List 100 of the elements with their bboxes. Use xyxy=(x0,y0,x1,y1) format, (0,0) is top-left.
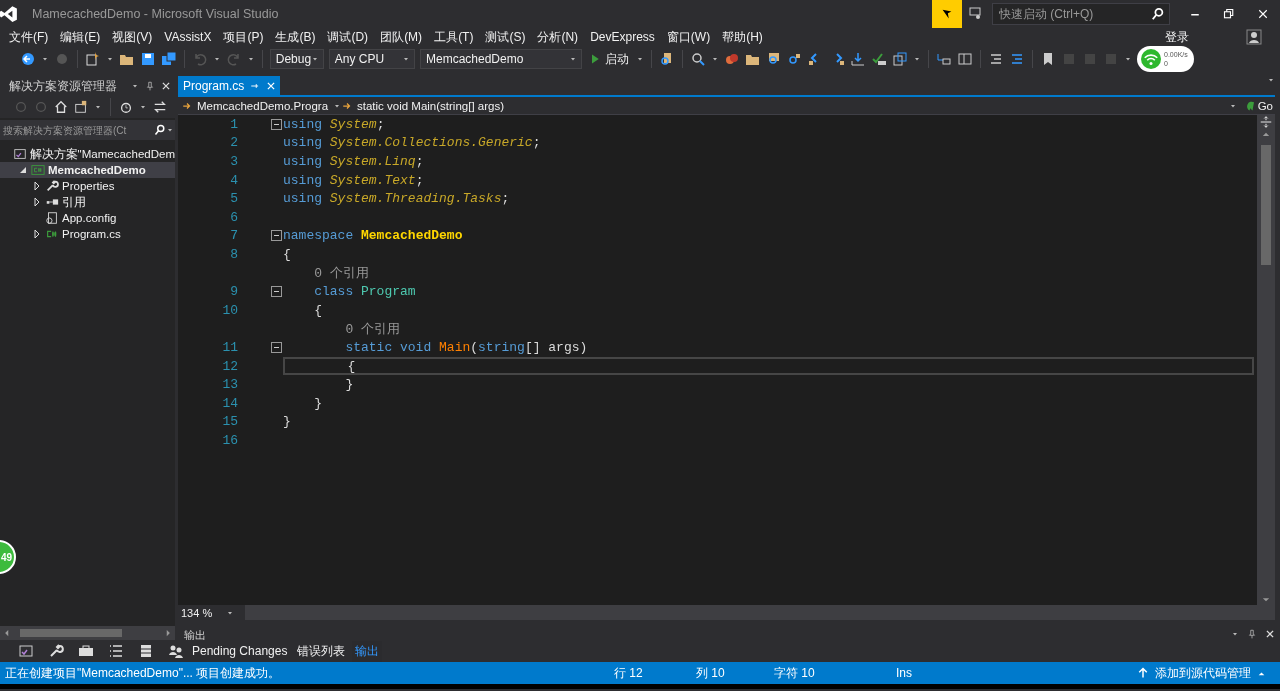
save-icon[interactable] xyxy=(139,51,156,67)
search-field[interactable]: 搜索解决方案资源管理器(Ct xyxy=(0,120,175,140)
caret-icon[interactable] xyxy=(636,55,645,63)
sign-in-link[interactable]: 登录 xyxy=(1160,28,1196,46)
caret-icon[interactable] xyxy=(1124,55,1132,63)
scrollbar-thumb[interactable] xyxy=(1261,145,1271,265)
caret-icon[interactable] xyxy=(1267,76,1275,84)
caret-icon[interactable] xyxy=(711,55,720,63)
menu-item[interactable]: 分析(N) xyxy=(532,28,586,46)
start-button[interactable]: 启动 xyxy=(587,50,632,68)
code-line: using System.Linq; xyxy=(283,154,424,169)
pin-icon[interactable] xyxy=(145,81,155,91)
caret-icon[interactable] xyxy=(131,82,139,90)
collapse-icon[interactable] xyxy=(270,286,282,298)
collapse-icon[interactable] xyxy=(270,118,282,130)
go-button[interactable]: Go xyxy=(1242,99,1275,112)
line-number: 14 xyxy=(221,395,238,411)
magnifier-icon[interactable] xyxy=(690,51,707,67)
expanded-arrow-icon[interactable] xyxy=(19,166,27,174)
menu-item[interactable]: 视图(V) xyxy=(107,28,160,46)
solution-explorer-icon[interactable] xyxy=(18,643,34,659)
caret-icon[interactable] xyxy=(166,126,174,134)
collapse-icon[interactable] xyxy=(270,230,282,242)
menu-item[interactable]: VAssistX xyxy=(159,30,219,44)
menu-item[interactable]: 工具(T) xyxy=(429,28,481,46)
split-icon[interactable] xyxy=(1259,115,1273,129)
toolbox-icon[interactable] xyxy=(78,643,94,659)
tool-window-tab[interactable]: 错误列表 xyxy=(294,640,349,662)
copy-icon[interactable] xyxy=(892,51,909,67)
collapsed-arrow-icon[interactable] xyxy=(33,198,41,206)
menu-item[interactable]: 帮助(H) xyxy=(717,28,770,46)
tree-item-label[interactable]: 引用 xyxy=(62,194,86,210)
menu-item[interactable]: 调试(D) xyxy=(322,28,376,46)
sync-icon[interactable] xyxy=(153,100,167,114)
caret-icon[interactable] xyxy=(105,55,114,63)
tree-item-label[interactable]: Properties xyxy=(62,180,115,192)
startup-project-dropdown[interactable]: MemcachedDemo xyxy=(420,49,583,69)
spell-check-icon[interactable] xyxy=(871,51,888,67)
columns-icon[interactable] xyxy=(957,51,974,67)
type-dropdown[interactable]: MemcachedDemo.Progra xyxy=(178,97,338,114)
code-line: namespace MemcachedDemo xyxy=(283,228,463,244)
tree-item-label[interactable]: Program.cs xyxy=(62,228,121,240)
caret-icon[interactable] xyxy=(94,103,102,111)
step-in-icon[interactable] xyxy=(850,51,867,67)
caret-icon[interactable] xyxy=(402,55,410,63)
vertical-scrollbar[interactable] xyxy=(1257,115,1275,605)
pin-icon[interactable] xyxy=(1247,628,1257,639)
document-tab[interactable]: Program.cs xyxy=(178,76,281,95)
configuration-dropdown[interactable]: Debug xyxy=(269,49,324,69)
wrench-icon[interactable] xyxy=(48,643,64,659)
wifi-icon xyxy=(1141,49,1161,69)
line-number: 8 xyxy=(229,246,238,262)
caret-icon[interactable] xyxy=(139,103,147,111)
menu-item[interactable]: 编辑(E) xyxy=(55,28,108,46)
horizontal-scrollbar[interactable] xyxy=(0,626,175,640)
collapsed-arrow-icon[interactable] xyxy=(33,230,41,238)
collapsed-arrow-icon[interactable] xyxy=(33,182,41,190)
platform-dropdown[interactable]: Any CPU xyxy=(328,49,415,69)
server-icon[interactable] xyxy=(138,643,154,659)
restore-icon[interactable] xyxy=(1223,8,1235,20)
caret-icon[interactable] xyxy=(212,55,221,63)
horizontal-scrollbar[interactable] xyxy=(245,605,1275,620)
reference-count[interactable]: 0 个引用 xyxy=(283,264,369,283)
member-dropdown[interactable]: static void Main(string[] args) xyxy=(338,97,1243,114)
config-file-icon xyxy=(45,211,59,225)
quick-launch-field[interactable]: 快速启动 (Ctrl+Q) xyxy=(992,3,1170,25)
collapse-icon[interactable] xyxy=(270,341,282,353)
feedback-button[interactable] xyxy=(932,0,962,28)
caret-icon[interactable] xyxy=(41,55,49,63)
account-icon[interactable] xyxy=(1246,29,1262,45)
caret-icon[interactable] xyxy=(569,55,578,63)
back-icon[interactable] xyxy=(20,51,36,67)
scrollbar-thumb[interactable] xyxy=(20,629,122,637)
menu-item[interactable]: 团队(M) xyxy=(375,28,430,46)
list-icon[interactable] xyxy=(108,643,124,659)
close-icon[interactable] xyxy=(161,81,171,91)
menu-item[interactable]: 窗口(W) xyxy=(661,28,718,46)
tree-item-label[interactable]: 解决方案"MamecachedDem xyxy=(29,146,175,162)
tree-item-label[interactable]: App.config xyxy=(62,212,117,224)
save-all-icon[interactable] xyxy=(160,51,177,67)
zoom-dropdown[interactable]: 134 % xyxy=(178,606,238,619)
team-icon[interactable] xyxy=(168,643,184,659)
caret-icon[interactable] xyxy=(246,55,255,63)
history-icon[interactable] xyxy=(119,100,133,114)
component-icon[interactable] xyxy=(724,51,741,67)
new-project-icon[interactable] xyxy=(84,51,101,67)
menu-item[interactable]: 测试(S) xyxy=(480,28,533,46)
source-control-button[interactable]: 添加到源代码管理 xyxy=(1131,663,1272,683)
code-line: { xyxy=(346,358,356,374)
caret-icon[interactable] xyxy=(311,55,320,63)
tool-window-tab[interactable]: Pending Changes xyxy=(189,642,291,660)
close-icon[interactable] xyxy=(1265,628,1275,639)
menu-item[interactable]: DevExpress xyxy=(585,30,662,44)
reference-count[interactable]: 0 个引用 xyxy=(283,319,400,338)
caret-icon[interactable] xyxy=(913,55,922,63)
menu-item[interactable]: 项目(P) xyxy=(218,28,271,46)
menu-item[interactable]: 生成(B) xyxy=(270,28,323,46)
code-line: using System.Threading.Tasks; xyxy=(283,191,510,207)
menu-item[interactable]: 文件(F) xyxy=(4,28,56,46)
home-icon[interactable] xyxy=(54,100,68,114)
